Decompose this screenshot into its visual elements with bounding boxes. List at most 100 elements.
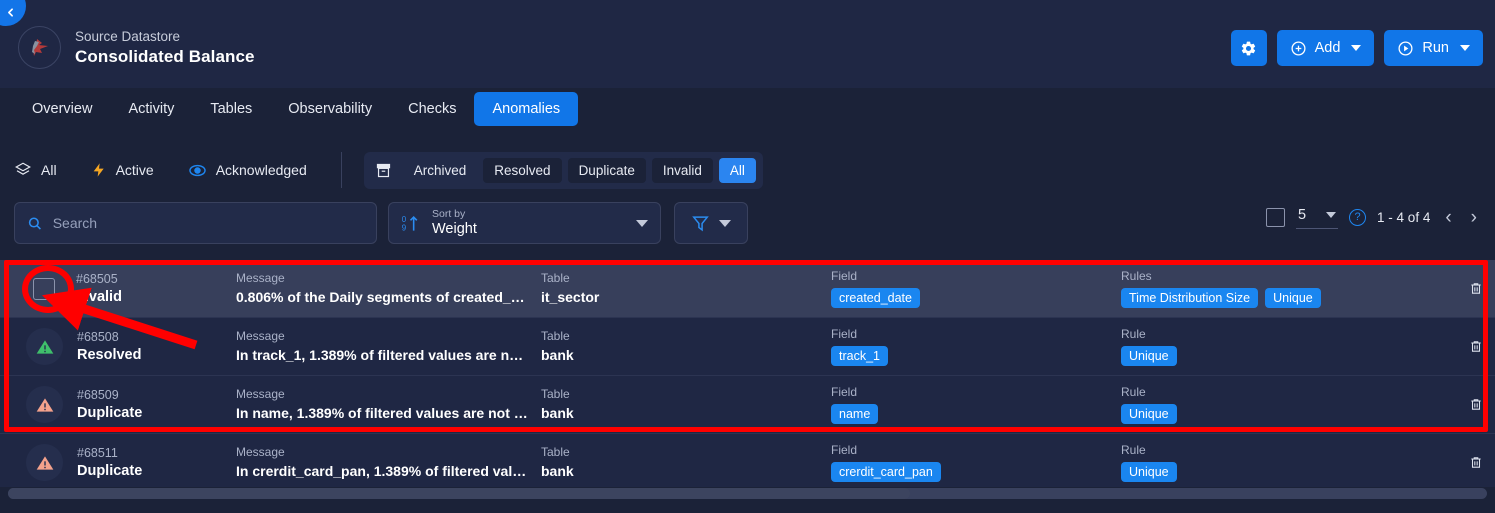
chevron-down-icon (719, 219, 731, 227)
tab-activity[interactable]: Activity (110, 92, 192, 126)
filter-all-label: All (41, 162, 57, 178)
rule-tag[interactable]: Unique (1265, 288, 1321, 308)
cell-rules: Rules Time Distribution Size Unique (1121, 269, 1495, 308)
delete-row-button[interactable] (1469, 281, 1483, 296)
cell-label-message: Message (236, 329, 285, 343)
field-tag[interactable]: name (831, 404, 879, 424)
cell-value-message: In crerdit_card_pan, 1.389% of filtered … (236, 463, 531, 479)
cell-message: Message 0.806% of the Daily segments of … (236, 271, 541, 306)
cell-value-table: bank (541, 463, 574, 479)
cell-label-table: Table (541, 387, 570, 401)
table-row[interactable]: #68505 Invalid Message 0.806% of the Dai… (0, 260, 1495, 318)
horizontal-scrollbar[interactable] (8, 488, 1487, 499)
run-button-label: Run (1422, 40, 1449, 56)
next-page-button[interactable]: › (1467, 208, 1481, 227)
filter-acknowledged[interactable]: Acknowledged (188, 161, 307, 180)
segment-resolved[interactable]: Resolved (483, 157, 562, 183)
cell-label-field: Field (831, 443, 858, 457)
funnel-icon (692, 215, 709, 231)
status-badge: Duplicate (77, 463, 143, 479)
cell-table: Table bank (541, 387, 831, 422)
delete-row-button[interactable] (1469, 397, 1483, 412)
row-id-block: #68511 Duplicate (77, 445, 142, 480)
chevron-down-icon (1460, 45, 1470, 51)
datastore-logo-icon (18, 26, 61, 69)
segment-duplicate[interactable]: Duplicate (567, 157, 646, 183)
rule-tag[interactable]: Unique (1121, 346, 1177, 366)
filter-all[interactable]: All (14, 161, 57, 179)
chevron-down-icon (636, 219, 648, 227)
tab-anomalies[interactable]: Anomalies (474, 92, 579, 126)
settings-button[interactable] (1230, 30, 1267, 66)
cell-field: Field created_date (831, 269, 1121, 308)
filter-button[interactable] (674, 202, 748, 244)
bolt-icon (93, 163, 104, 177)
tab-overview[interactable]: Overview (14, 92, 110, 126)
row-identity: #68509 Duplicate (0, 386, 236, 423)
status-icon-duplicate (26, 386, 63, 423)
archive-glyph (377, 163, 391, 177)
run-button[interactable]: Run (1384, 30, 1483, 66)
scrollbar-thumb[interactable] (8, 488, 911, 499)
svg-text:9: 9 (402, 223, 407, 232)
rule-tag[interactable]: Unique (1121, 404, 1177, 424)
prev-page-button[interactable]: ‹ (1441, 208, 1455, 227)
page-size-select[interactable]: 5 (1296, 205, 1339, 229)
anomaly-id: #68509 (77, 388, 119, 402)
sort-by-select[interactable]: 0 9 Sort by Weight (388, 202, 661, 244)
cell-label-rules: Rule (1121, 443, 1146, 457)
eye-icon (188, 164, 206, 176)
search-input[interactable] (52, 215, 364, 231)
cell-table: Table it_sector (541, 271, 831, 306)
cell-value-message: In track_1, 1.389% of filtered values ar… (236, 347, 531, 363)
datastore-subtitle: Source Datastore (75, 29, 181, 44)
search-icon (28, 216, 41, 230)
tab-checks[interactable]: Checks (390, 92, 474, 126)
row-checkbox[interactable] (33, 277, 55, 300)
datastore-logo-glyph (31, 38, 48, 56)
cell-label-message: Message (236, 387, 285, 401)
chevron-down-icon (1326, 212, 1337, 218)
sort-by-label: Sort by (432, 208, 466, 220)
tab-tables[interactable]: Tables (192, 92, 270, 126)
cell-table: Table bank (541, 445, 831, 480)
field-tag[interactable]: track_1 (831, 346, 888, 366)
page-size-value: 5 (1298, 207, 1307, 223)
cell-label-field: Field (831, 269, 858, 283)
cell-label-table: Table (541, 329, 570, 343)
select-all-checkbox[interactable] (1266, 207, 1286, 227)
table-row[interactable]: #68511 Duplicate Message In crerdit_card… (0, 434, 1495, 487)
status-badge: Invalid (76, 289, 122, 305)
segment-all[interactable]: All (718, 157, 756, 183)
search-box[interactable] (14, 202, 377, 244)
cell-rules: Rule Unique (1121, 327, 1495, 366)
sort-numeric-icon: 0 9 (402, 214, 418, 232)
filter-active[interactable]: Active (91, 161, 154, 179)
cell-field: Field track_1 (831, 327, 1121, 366)
field-tags: crerdit_card_pan (831, 462, 1121, 482)
tab-observability[interactable]: Observability (270, 92, 390, 126)
field-tag[interactable]: created_date (831, 288, 920, 308)
delete-row-button[interactable] (1469, 455, 1483, 470)
rule-tag[interactable]: Time Distribution Size (1121, 288, 1259, 308)
add-button[interactable]: Add (1276, 30, 1375, 66)
status-segment-group: Archived Resolved Duplicate Invalid All (363, 151, 763, 189)
filter-active-label: Active (115, 162, 154, 178)
anomalies-table: #68505 Invalid Message 0.806% of the Dai… (0, 260, 1495, 487)
segment-archived[interactable]: Archived (403, 158, 478, 183)
delete-row-button[interactable] (1469, 339, 1483, 354)
cell-rules: Rule Unique (1121, 443, 1495, 482)
rule-tag[interactable]: Unique (1121, 462, 1177, 482)
table-row[interactable]: #68508 Resolved Message In track_1, 1.38… (0, 318, 1495, 376)
table-row[interactable]: #68509 Duplicate Message In name, 1.389%… (0, 376, 1495, 434)
row-id-block: #68509 Duplicate (77, 387, 142, 422)
cell-label-message: Message (236, 445, 285, 459)
pagination-range: 1 - 4 of 4 (1377, 209, 1431, 225)
help-circle-icon[interactable]: ? (1349, 208, 1367, 226)
segment-invalid[interactable]: Invalid (651, 157, 713, 183)
field-tag[interactable]: crerdit_card_pan (831, 462, 941, 482)
svg-text:0: 0 (402, 214, 407, 223)
cell-label-rules: Rule (1121, 385, 1146, 399)
row-identity: #68511 Duplicate (0, 444, 236, 481)
cell-message: Message In name, 1.389% of filtered valu… (236, 387, 541, 422)
